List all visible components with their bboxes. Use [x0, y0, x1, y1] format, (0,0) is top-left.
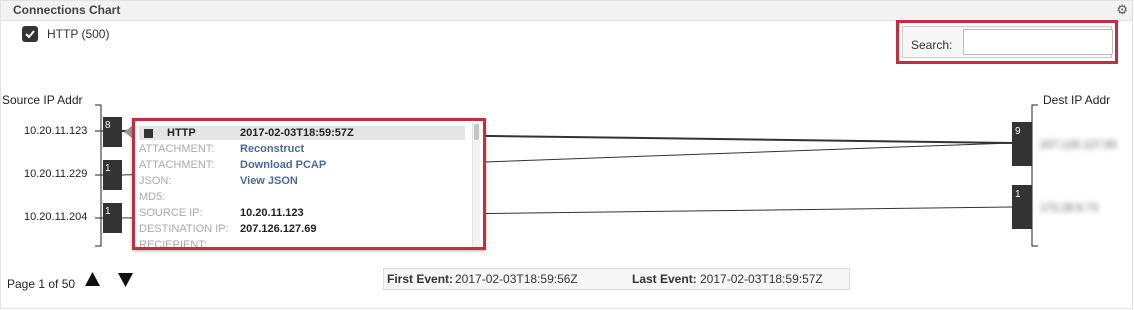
- dest-axis: [1031, 104, 1038, 247]
- page-indicator: Page 1 of 50: [7, 277, 76, 291]
- popup-header: HTTP 2017-02-03T18:59:57Z: [139, 126, 465, 140]
- view-json-link[interactable]: View JSON: [240, 175, 298, 187]
- popup-protocol: HTTP: [167, 127, 196, 139]
- popup-pointer: [124, 126, 132, 138]
- source-count: 8: [105, 120, 111, 131]
- source-count: 1: [105, 206, 111, 217]
- last-event-value: 2017-02-03T18:59:57Z: [700, 272, 823, 286]
- protocol-color-swatch: [144, 129, 153, 138]
- connection-popup: HTTP 2017-02-03T18:59:57Z ATTACHMENT: Re…: [132, 118, 486, 250]
- dest-count: 1: [1015, 189, 1021, 200]
- row-key: MD5:: [139, 191, 166, 203]
- destination-ip-value: 207.126.127.69: [240, 223, 317, 235]
- row-key: SOURCE IP:: [139, 207, 203, 219]
- reconstruct-link[interactable]: Reconstruct: [240, 143, 304, 155]
- popup-content: HTTP 2017-02-03T18:59:57Z ATTACHMENT: Re…: [137, 123, 477, 247]
- source-ip-value: 10.20.11.123: [240, 207, 304, 219]
- row-key: DESTINATION IP:: [139, 223, 229, 235]
- event-range-bar: First Event: 2017-02-03T18:59:56Z Last E…: [383, 268, 850, 290]
- source-count: 1: [105, 163, 111, 174]
- last-event-label: Last Event:: [632, 272, 697, 286]
- scrollbar-thumb[interactable]: [474, 124, 479, 140]
- row-key: JSON:: [139, 175, 172, 187]
- triangle-up-icon[interactable]: [84, 271, 101, 287]
- row-key: ATTACHMENT:: [139, 159, 215, 171]
- dest-count: 9: [1015, 126, 1021, 137]
- popup-scrollbar[interactable]: [472, 123, 480, 247]
- popup-timestamp: 2017-02-03T18:59:57Z: [240, 127, 354, 139]
- row-key: ATTACHMENT:: [139, 143, 215, 155]
- row-key: RECIEPIENT:: [139, 239, 207, 247]
- download-pcap-link[interactable]: Download PCAP: [240, 159, 326, 171]
- triangle-down-icon[interactable]: [117, 272, 134, 288]
- first-event-value: 2017-02-03T18:59:56Z: [455, 272, 578, 286]
- first-event-label: First Event:: [387, 272, 454, 286]
